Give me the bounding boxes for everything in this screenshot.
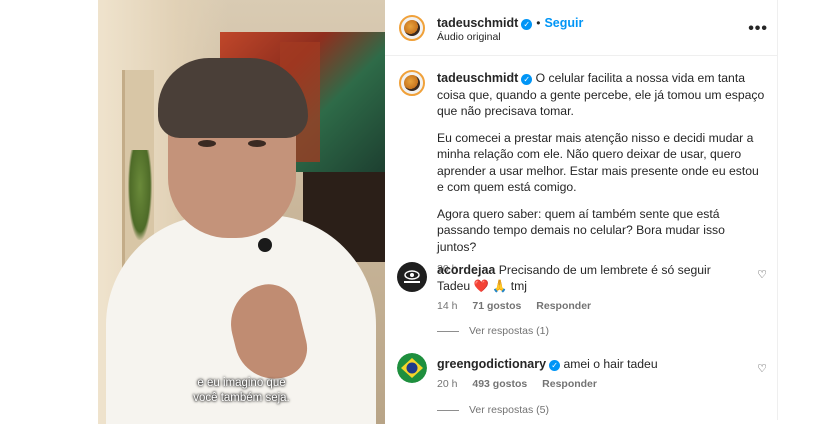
- comment-greengodictionary: greengodictionary ✓ amei o hair tadeu 20 …: [437, 356, 747, 392]
- plant: [128, 150, 152, 240]
- comment-username[interactable]: acordejaa: [437, 263, 495, 277]
- header-title-row: tadeuschmidt ✓ • Seguir: [437, 14, 583, 32]
- more-options-icon[interactable]: •••: [748, 20, 768, 38]
- comment-avatar-greengodictionary[interactable]: [397, 353, 427, 383]
- caption-line-1: e eu imagino que: [197, 377, 286, 389]
- verified-badge-icon: ✓: [521, 19, 533, 30]
- caption-paragraph-3: Agora quero saber: quem aí também sente …: [437, 206, 725, 254]
- comment-username[interactable]: greengodictionary: [437, 357, 546, 371]
- comment-verified-badge-icon: ✓: [549, 360, 561, 371]
- comment-text: amei o hair tadeu: [563, 357, 658, 371]
- video-caption: e eu imagino que você também seja.: [98, 376, 385, 406]
- separator-dot: •: [536, 16, 541, 30]
- person-eye-left: [198, 140, 216, 147]
- acordejaa-logo-icon: [398, 263, 426, 291]
- post-header: tadeuschmidt ✓ • Seguir Áudio original •••: [385, 0, 778, 56]
- reply-button[interactable]: Responder: [536, 300, 591, 312]
- audio-label[interactable]: Áudio original: [437, 31, 501, 43]
- person-eye-right: [248, 140, 266, 147]
- caption-paragraph-2: Eu comecei a prestar mais atenção nisso …: [437, 130, 759, 195]
- follow-button[interactable]: Seguir: [544, 16, 583, 30]
- like-heart-icon[interactable]: ♡: [757, 268, 767, 281]
- replies-line: [437, 409, 459, 411]
- view-replies-button[interactable]: Ver respostas (5): [437, 404, 549, 416]
- caption-username[interactable]: tadeuschmidt: [437, 71, 518, 85]
- replies-line: [437, 330, 459, 332]
- view-replies-label: Ver respostas (1): [469, 325, 549, 337]
- person-hair: [158, 58, 308, 138]
- reel-video[interactable]: e eu imagino que você também seja.: [98, 0, 385, 424]
- comment-avatar-acordejaa[interactable]: [397, 262, 427, 292]
- view-replies-button[interactable]: Ver respostas (1): [437, 325, 549, 337]
- comment-acordejaa: acordejaa Precisando de um lembrete é só…: [437, 262, 747, 314]
- caption-paragraph-1: tadeuschmidt ✓ O celular facilita a nossa…: [437, 70, 767, 120]
- reply-button[interactable]: Responder: [542, 378, 597, 390]
- caption-line-2: você também seja.: [193, 392, 290, 404]
- comment-time: 20 h: [437, 378, 458, 390]
- author-avatar[interactable]: [399, 15, 425, 41]
- caption-author-avatar[interactable]: [399, 70, 425, 96]
- caption-verified-badge-icon: ✓: [521, 74, 533, 85]
- post-panel: tadeuschmidt ✓ • Seguir Áudio original ••• …: [385, 0, 778, 420]
- header-username[interactable]: tadeuschmidt: [437, 16, 518, 30]
- comment-time: 14 h: [437, 300, 458, 312]
- comment-meta: 14 h 71 gostos Responder: [437, 298, 747, 314]
- like-heart-icon[interactable]: ♡: [757, 362, 767, 375]
- brazil-flag-icon: [397, 353, 427, 383]
- lapel-microphone: [258, 238, 272, 252]
- post-caption: tadeuschmidt ✓ O celular facilita a nossa…: [437, 70, 767, 278]
- comment-meta: 20 h 493 gostos Responder: [437, 376, 747, 392]
- view-replies-label: Ver respostas (5): [469, 404, 549, 416]
- comment-likes[interactable]: 493 gostos: [472, 378, 527, 390]
- comment-likes[interactable]: 71 gostos: [472, 300, 521, 312]
